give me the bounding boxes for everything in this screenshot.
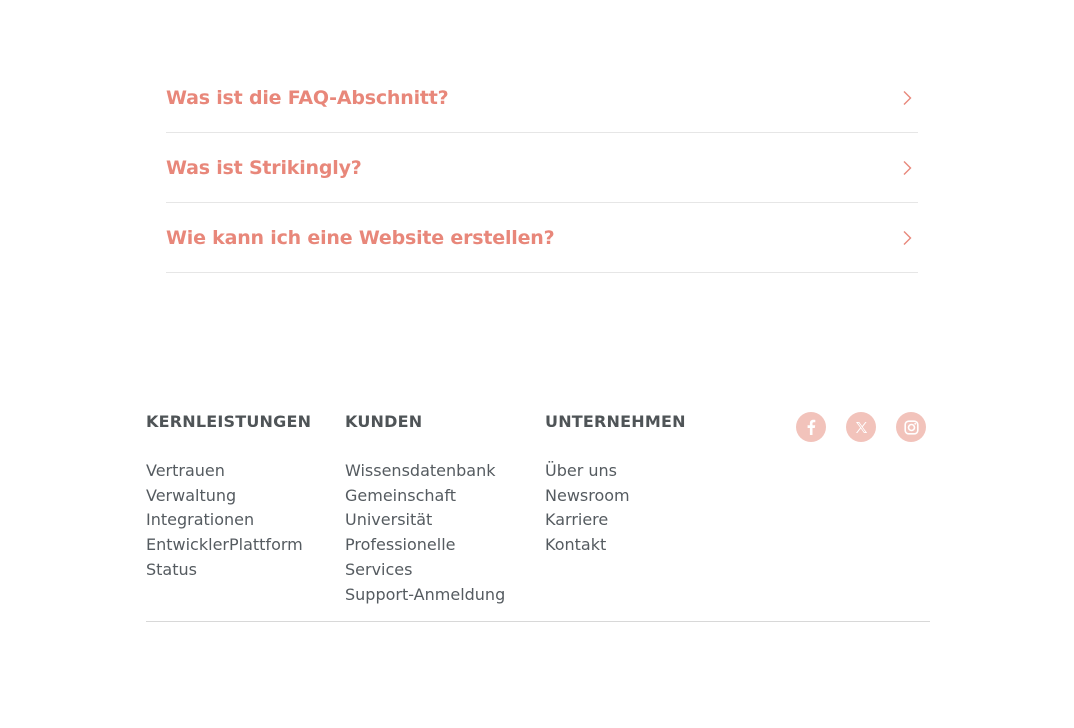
footer-link-list: Über uns Newsroom Karriere Kontakt xyxy=(545,459,727,558)
footer-link-integrationen[interactable]: Integrationen xyxy=(146,510,254,529)
footer-link-entwicklerplattform[interactable]: EntwicklerPlattform xyxy=(146,535,303,554)
faq-item-create-website[interactable]: Wie kann ich eine Website erstellen? xyxy=(166,203,918,273)
social-links xyxy=(796,412,926,442)
faq-question: Wie kann ich eine Website erstellen? xyxy=(166,226,555,249)
facebook-icon[interactable] xyxy=(796,412,826,442)
chevron-right-icon xyxy=(900,89,914,107)
faq-item-what-is-strikingly[interactable]: Was ist Strikingly? xyxy=(166,133,918,203)
faq-section: Was ist die FAQ-Abschnitt? Was ist Strik… xyxy=(166,63,918,273)
chevron-right-icon xyxy=(900,159,914,177)
chevron-right-icon xyxy=(900,229,914,247)
instagram-icon[interactable] xyxy=(896,412,926,442)
footer-link-gemeinschaft[interactable]: Gemeinschaft xyxy=(345,486,456,505)
footer-link-ueber-uns[interactable]: Über uns xyxy=(545,461,617,480)
footer-link-support-anmeldung[interactable]: Support-Anmeldung xyxy=(345,585,505,604)
footer-link-universitaet[interactable]: Universität xyxy=(345,510,432,529)
footer-link-professionelle-services[interactable]: Professionelle Services xyxy=(345,535,455,579)
footer-column-unternehmen: UNTERNEHMEN Über uns Newsroom Karriere K… xyxy=(545,408,727,558)
faq-question: Was ist Strikingly? xyxy=(166,156,362,179)
footer-link-list: Wissensdatenbank Gemeinschaft Universitä… xyxy=(345,459,527,607)
footer-link-list: Vertrauen Verwaltung Integrationen Entwi… xyxy=(146,459,328,583)
footer-link-kontakt[interactable]: Kontakt xyxy=(545,535,606,554)
faq-question: Was ist die FAQ-Abschnitt? xyxy=(166,86,449,109)
footer-link-vertrauen[interactable]: Vertrauen xyxy=(146,461,225,480)
footer: KERNLEISTUNGEN Vertrauen Verwaltung Inte… xyxy=(146,408,930,622)
footer-column-heading: KUNDEN xyxy=(345,412,423,431)
footer-link-status[interactable]: Status xyxy=(146,560,197,579)
x-twitter-icon[interactable] xyxy=(846,412,876,442)
footer-column-kunden: KUNDEN Wissensdatenbank Gemeinschaft Uni… xyxy=(345,408,527,607)
footer-column-kernleistungen: KERNLEISTUNGEN Vertrauen Verwaltung Inte… xyxy=(146,408,328,583)
footer-link-verwaltung[interactable]: Verwaltung xyxy=(146,486,236,505)
footer-column-heading: UNTERNEHMEN xyxy=(545,412,686,431)
footer-link-karriere[interactable]: Karriere xyxy=(545,510,608,529)
faq-item-what-is-faq[interactable]: Was ist die FAQ-Abschnitt? xyxy=(166,63,918,133)
footer-link-wissensdatenbank[interactable]: Wissensdatenbank xyxy=(345,461,496,480)
footer-link-newsroom[interactable]: Newsroom xyxy=(545,486,630,505)
footer-column-heading: KERNLEISTUNGEN xyxy=(146,412,312,431)
